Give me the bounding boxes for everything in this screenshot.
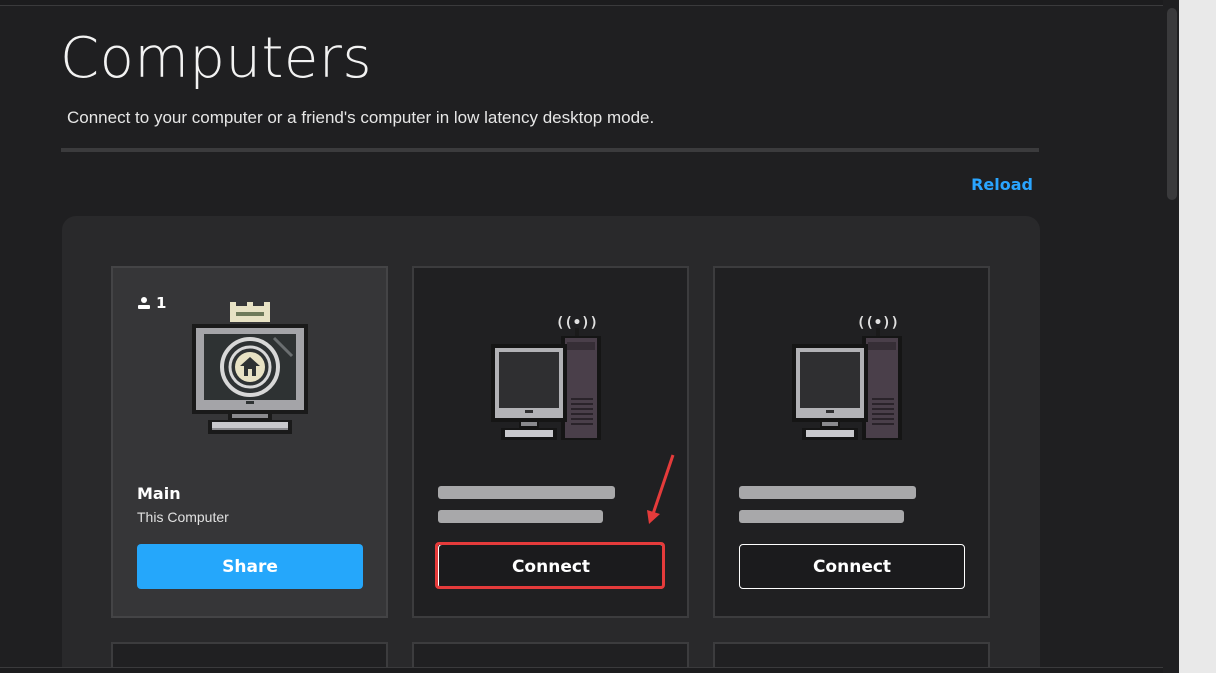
computer-name: Main <box>137 484 181 503</box>
user-count-value: 1 <box>156 294 167 312</box>
computer-card-remote: ((•)) Connect <box>713 266 990 618</box>
scrollbar-thumb[interactable] <box>1167 8 1177 200</box>
user-count: 1 <box>137 294 166 312</box>
subtitle-placeholder <box>438 510 603 523</box>
user-icon <box>138 297 150 309</box>
name-placeholder <box>438 486 615 499</box>
reload-link[interactable]: Reload <box>971 175 1033 194</box>
top-edge <box>0 0 1179 6</box>
page-title: Computers <box>60 26 373 91</box>
connect-button[interactable]: Connect <box>438 544 664 589</box>
computer-card-main: 1 Main This Computer Share <box>111 266 388 618</box>
name-placeholder <box>739 486 916 499</box>
share-button[interactable]: Share <box>137 544 363 589</box>
computer-subtitle: This Computer <box>137 509 229 525</box>
desktop-tower-icon: ((•)) <box>490 315 601 440</box>
app-window: Computers Connect to your computer or a … <box>0 0 1179 673</box>
header-divider <box>61 148 1039 152</box>
desktop-tower-icon: ((•)) <box>791 315 902 440</box>
connect-button[interactable]: Connect <box>739 544 965 589</box>
bottom-edge <box>0 667 1179 673</box>
annotation-arrow-icon <box>647 454 675 524</box>
subtitle-placeholder <box>739 510 904 523</box>
computer-card-remote: ((•)) Connect <box>412 266 689 618</box>
page-subtitle: Connect to your computer or a friend's c… <box>67 108 655 127</box>
home-monitor-icon <box>191 302 308 434</box>
